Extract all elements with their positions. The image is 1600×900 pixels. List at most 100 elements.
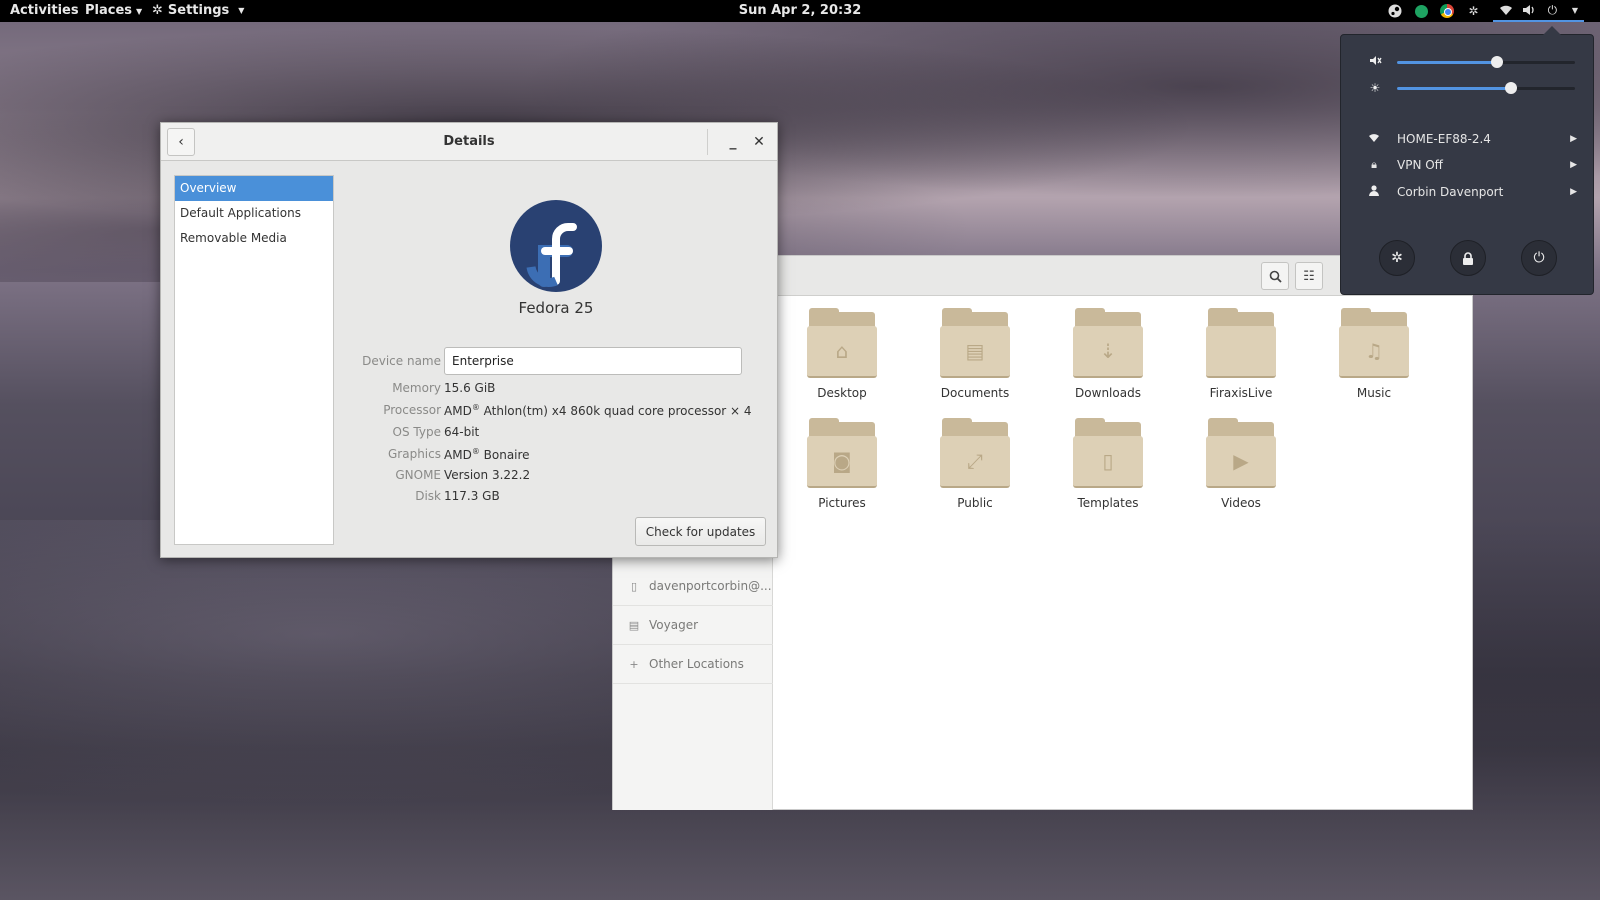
sidebar-item-overview[interactable]: Overview: [175, 176, 333, 201]
memory-label: Memory: [392, 381, 441, 395]
lock-icon: [1463, 251, 1473, 265]
details-window: Details ‹ _ ✕ Overview Default Applicati…: [160, 122, 778, 558]
view-toggle-button[interactable]: ☷: [1295, 262, 1323, 290]
settings-menu[interactable]: ✲ Settings ▼: [152, 0, 244, 22]
sidebar-item-removable-media[interactable]: Removable Media: [175, 226, 333, 251]
menu-item-vpn[interactable]: 🔒︎ VPN Off ▶: [1367, 153, 1577, 177]
folder-label: FiraxisLive: [1209, 386, 1273, 400]
volume-slider-fill: [1397, 60, 1497, 64]
volume-icon: [1522, 3, 1537, 18]
folder-public[interactable]: ⤢ Public: [920, 418, 1030, 518]
settings-gear-icon: ✲: [152, 3, 163, 18]
chrome-icon[interactable]: [1439, 4, 1454, 18]
brightness-slider-row: ☀: [1367, 80, 1577, 96]
folder-icon: ⌂: [807, 308, 877, 378]
list-view-icon: ☷: [1303, 268, 1315, 284]
user-icon: [1367, 185, 1381, 199]
folder-label: Videos: [1221, 496, 1261, 510]
wifi-network-label: HOME-EF88-2.4: [1397, 132, 1491, 146]
back-button[interactable]: ‹: [167, 128, 195, 156]
processor-label: Processor: [383, 403, 441, 417]
places-menu[interactable]: Places ▼: [85, 0, 142, 22]
settings-button[interactable]: ✲: [1379, 240, 1415, 276]
search-icon: [1269, 270, 1282, 283]
steam-icon[interactable]: [1388, 4, 1403, 19]
places-label: Places: [85, 3, 133, 18]
top-bar: Activities Places ▼ ✲ Settings ▼ Sun Apr 2…: [0, 0, 1600, 22]
folder-icon: ⤢: [940, 418, 1010, 488]
graphics-model: Bonaire: [483, 448, 530, 462]
disk-value: 117.3 GB: [444, 489, 500, 503]
folder-icon: ⇣: [1073, 308, 1143, 378]
menu-item-user[interactable]: Corbin Davenport ▶: [1367, 180, 1577, 204]
clock[interactable]: Sun Apr 2, 20:32: [739, 3, 862, 18]
brightness-slider[interactable]: [1397, 81, 1575, 94]
close-button[interactable]: ✕: [747, 130, 771, 154]
sidebar-item-account[interactable]: ▯ davenportcorbin@...: [613, 567, 773, 606]
folder-documents[interactable]: ▤ Documents: [920, 308, 1030, 408]
sidebar-item-label: Other Locations: [649, 657, 744, 671]
folder-videos[interactable]: ▶ Videos: [1186, 418, 1296, 518]
lock-button[interactable]: [1450, 240, 1486, 276]
graphics-value: AMD® Bonaire: [444, 447, 530, 462]
search-button[interactable]: [1261, 262, 1289, 290]
brightness-slider-fill: [1397, 86, 1511, 90]
processor-value: AMD® Athlon(tm) x4 860k quad core proces…: [444, 403, 752, 418]
sidebar-item-label: davenportcorbin@...: [649, 579, 772, 593]
power-icon: ⏻: [1547, 2, 1558, 17]
brightness-slider-knob[interactable]: [1504, 81, 1517, 94]
system-status-button[interactable]: ⏻ ▼: [1492, 0, 1584, 22]
sidebar-item-default-applications[interactable]: Default Applications: [175, 201, 333, 226]
settings-label: Settings: [167, 3, 230, 18]
chevron-right-icon: ▶: [1570, 187, 1577, 197]
device-name-label: Device name: [362, 354, 441, 368]
folder-label: Music: [1356, 386, 1392, 400]
sidebar-item-other-locations[interactable]: + Other Locations: [613, 645, 773, 684]
volume-slider[interactable]: [1397, 55, 1575, 68]
processor-brand: AMD: [444, 404, 472, 418]
system-menu: ☀ HOME-EF88-2.4 ▶ 🔒︎ VPN Off ▶ Corbin Da…: [1340, 26, 1594, 295]
os-name: Fedora 25: [518, 299, 594, 317]
drive-icon: ▯: [630, 579, 638, 593]
user-name-label: Corbin Davenport: [1397, 185, 1504, 199]
volume-muted-icon: [1367, 55, 1383, 69]
menu-item-wifi[interactable]: HOME-EF88-2.4 ▶: [1367, 127, 1577, 151]
gnome-label: GNOME: [395, 468, 441, 482]
chevron-right-icon: ▶: [1570, 134, 1577, 144]
folder-label: Documents: [940, 386, 1010, 400]
volume-slider-row: [1367, 54, 1577, 70]
disk-label: Disk: [415, 489, 441, 503]
folder-label: Public: [957, 496, 993, 510]
sidebar-item-voyager[interactable]: ▤ Voyager: [613, 606, 773, 645]
os-type-label: OS Type: [392, 425, 441, 439]
check-updates-button[interactable]: Check for updates: [635, 517, 766, 546]
folder-firaxislive[interactable]: FiraxisLive: [1186, 308, 1296, 408]
details-header-bar: Details ‹ _ ✕: [161, 123, 777, 161]
folder-music[interactable]: ♫ Music: [1319, 308, 1429, 408]
folder-icon: [1206, 308, 1276, 378]
folder-icon: ◙: [807, 418, 877, 488]
registered-mark: ®: [471, 403, 480, 412]
folder-label: Downloads: [1075, 386, 1141, 400]
folder-label: Templates: [1077, 496, 1139, 510]
device-name-input[interactable]: [444, 347, 742, 375]
window-title: Details: [443, 134, 495, 149]
folder-label: Pictures: [818, 496, 866, 510]
chevron-right-icon: ▶: [1570, 160, 1577, 170]
fedora-logo-icon: [510, 200, 602, 292]
minimize-button[interactable]: _: [721, 130, 745, 154]
brightness-icon: ☀: [1369, 81, 1381, 95]
graphics-brand: AMD: [444, 448, 472, 462]
activities-button[interactable]: Activities: [10, 0, 79, 22]
hangouts-icon[interactable]: [1414, 4, 1428, 18]
gnome-value: Version 3.22.2: [444, 468, 531, 482]
gear-icon[interactable]: ✲: [1466, 4, 1481, 19]
folder-downloads[interactable]: ⇣ Downloads: [1053, 308, 1163, 408]
folder-pictures[interactable]: ◙ Pictures: [787, 418, 897, 518]
power-off-button[interactable]: ⏻: [1521, 240, 1557, 276]
volume-slider-knob[interactable]: [1490, 55, 1503, 68]
folder-desktop[interactable]: ⌂ Desktop: [787, 308, 897, 408]
vpn-label: VPN Off: [1397, 158, 1443, 172]
folder-templates[interactable]: ▯ Templates: [1053, 418, 1163, 518]
graphics-label: Graphics: [388, 447, 441, 461]
